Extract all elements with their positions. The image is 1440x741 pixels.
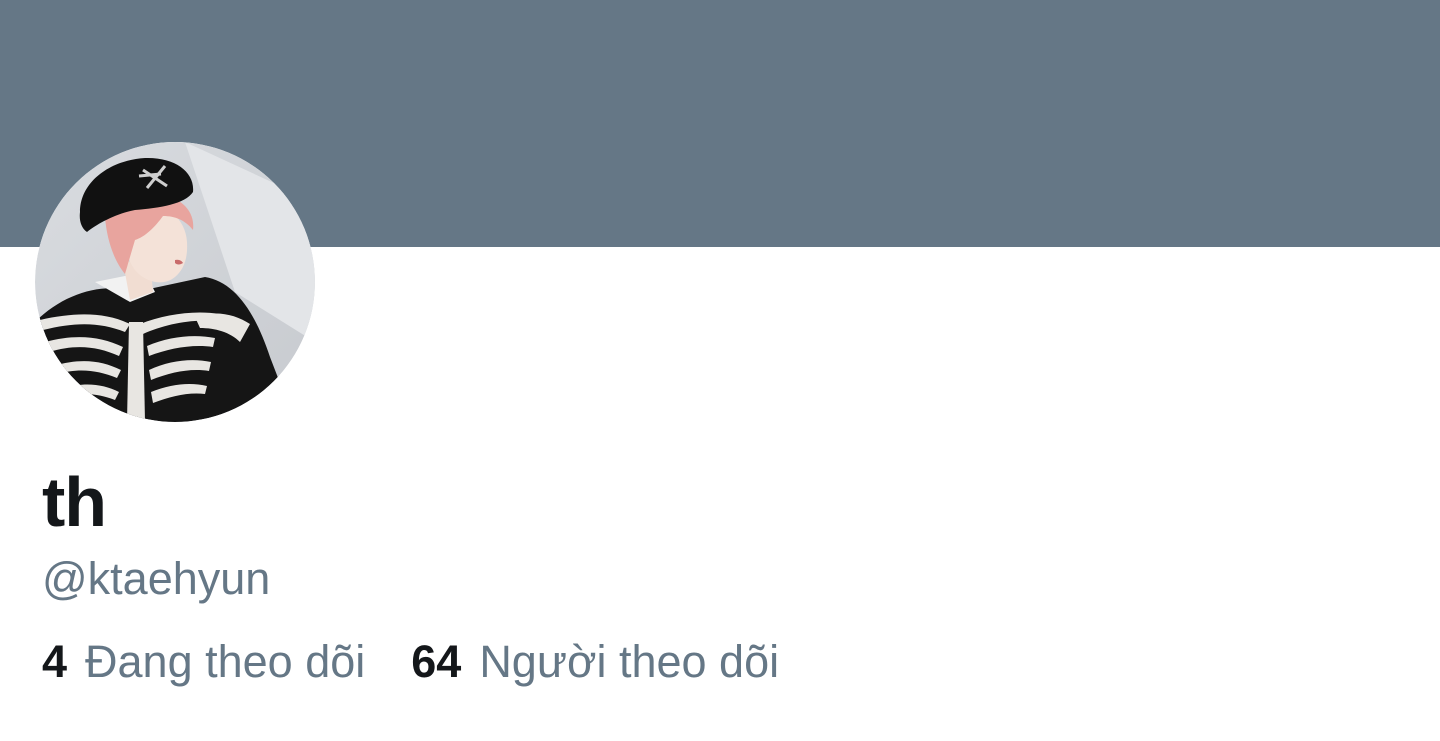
profile-page: th @ktaehyun 4 Đang theo dõi 64 Người th… — [0, 0, 1440, 741]
followers-link[interactable]: 64 Người theo dõi — [411, 634, 779, 690]
avatar-photo — [35, 142, 315, 422]
followers-count: 64 — [411, 636, 462, 687]
profile-handle: @ktaehyun — [42, 553, 271, 604]
following-count: 4 — [42, 636, 68, 687]
following-label: Đang theo dõi — [85, 636, 366, 687]
followers-label: Người theo dõi — [479, 636, 780, 687]
following-link[interactable]: 4 Đang theo dõi — [42, 634, 365, 690]
profile-stats: 4 Đang theo dõi 64 Người theo dõi — [42, 634, 779, 690]
avatar[interactable] — [35, 142, 315, 422]
profile-display-name: th — [42, 463, 107, 541]
